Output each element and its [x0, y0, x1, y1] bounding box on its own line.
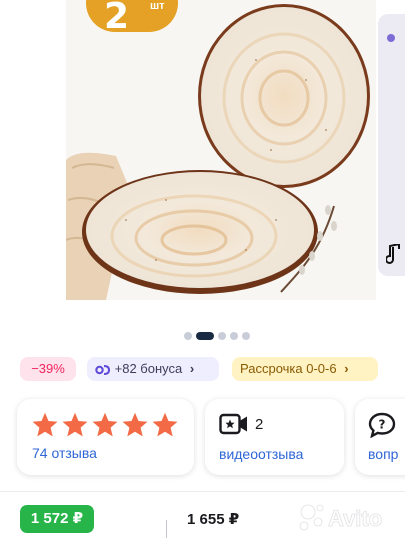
avito-watermark-logo: Avito — [299, 504, 383, 531]
current-price: 1 572 ₽ — [20, 505, 94, 533]
questions-link[interactable]: вопр — [368, 446, 398, 462]
question-bubble-icon: ? — [368, 412, 396, 438]
star-icon — [32, 412, 58, 437]
price-separator — [0, 491, 405, 492]
pagination-dot-active[interactable] — [196, 332, 214, 340]
discount-badge: −39% — [20, 357, 76, 381]
bonus-badge[interactable]: +82 бонуса › — [87, 357, 219, 381]
svg-text:?: ? — [379, 418, 386, 432]
chevron-right-icon: › — [189, 361, 195, 376]
rating-stars — [31, 411, 179, 439]
installment-label: Рассрочка 0-0-6 — [240, 361, 337, 376]
product-page: { "gallery": { "count_number": "2", "cou… — [0, 0, 405, 540]
star-icon — [92, 412, 118, 437]
star-icon — [122, 412, 148, 437]
questions-card[interactable]: ? вопр — [355, 399, 405, 475]
bonus-icon — [95, 364, 111, 375]
video-reviews-link[interactable]: видеоотзыва — [219, 446, 303, 462]
reviews-link[interactable]: 74 отзыва — [32, 445, 97, 461]
product-photo[interactable] — [66, 0, 376, 300]
bonus-label: +82 бонуса — [114, 361, 183, 376]
music-note-icon[interactable] — [386, 244, 404, 266]
gallery-pagination — [184, 332, 250, 340]
star-icon — [62, 412, 88, 437]
price-divider — [166, 520, 167, 538]
next-photo-card[interactable] — [378, 14, 405, 276]
quantity-unit: шт — [150, 0, 165, 12]
indicator-dot-icon — [387, 34, 395, 42]
quantity-number: 2 — [104, 0, 130, 37]
plates-image — [66, 0, 376, 300]
svg-text:Avito: Avito — [328, 506, 382, 531]
video-reviews-count: 2 — [255, 416, 264, 433]
installment-badge[interactable]: Рассрочка 0-0-6 › — [232, 357, 378, 381]
pagination-dot[interactable] — [184, 332, 192, 340]
rating-card[interactable]: 74 отзыва — [17, 399, 194, 475]
video-reviews-card[interactable]: 2 видеоотзыва — [205, 399, 344, 475]
chevron-right-icon: › — [344, 361, 349, 376]
video-camera-icon — [219, 413, 247, 435]
pagination-dot[interactable] — [230, 332, 238, 340]
product-gallery[interactable]: 2 шт — [0, 0, 405, 320]
pagination-dot[interactable] — [242, 332, 250, 340]
pagination-dot[interactable] — [218, 332, 226, 340]
star-icon — [152, 412, 178, 437]
old-price: 1 655 ₽ — [187, 511, 240, 528]
